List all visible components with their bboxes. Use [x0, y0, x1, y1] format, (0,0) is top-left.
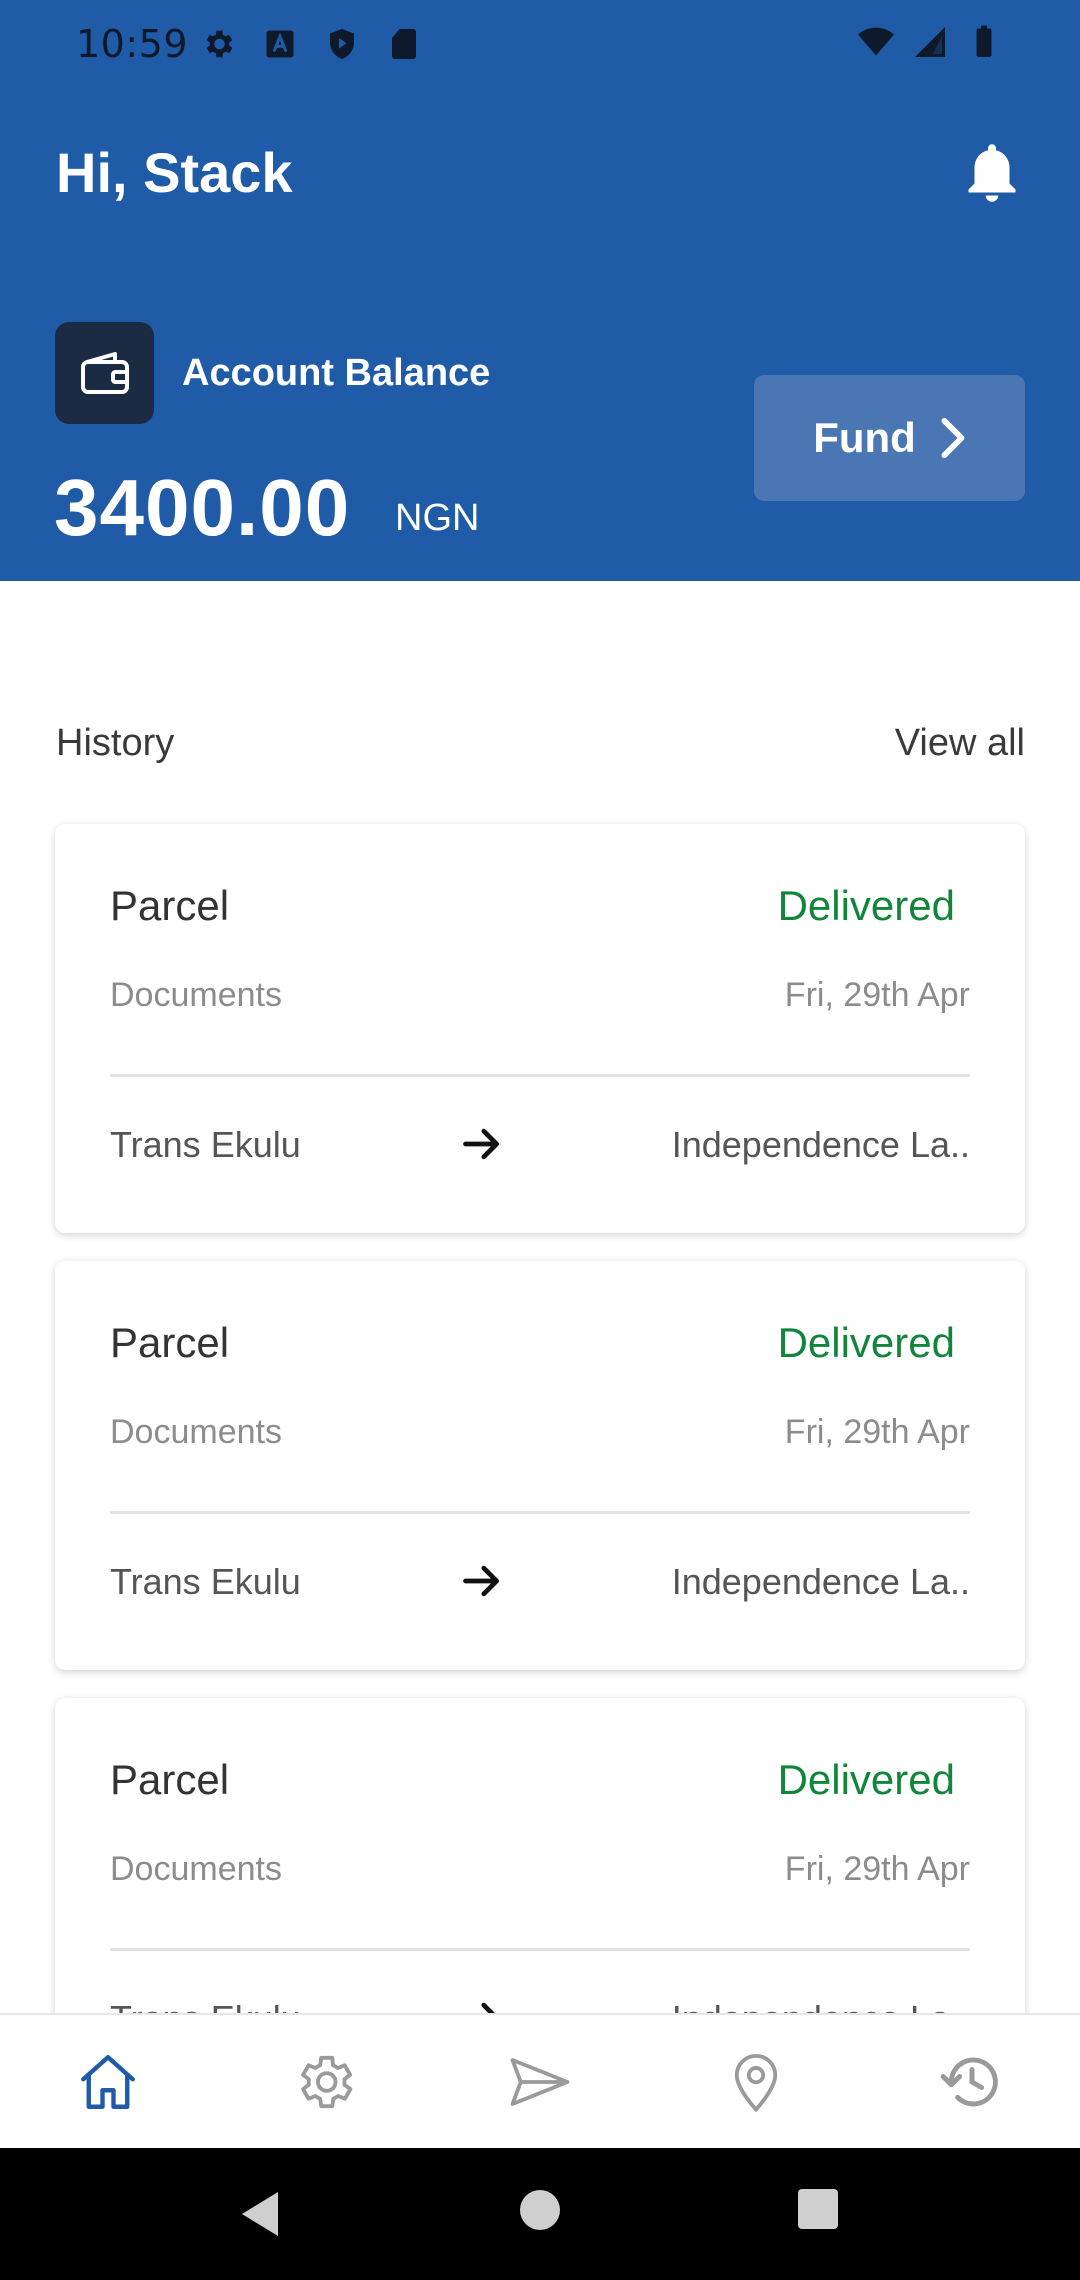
status-icons-right — [858, 22, 1002, 62]
view-all-link[interactable]: View all — [895, 722, 1025, 765]
card-divider — [110, 1074, 970, 1077]
system-nav-bar — [0, 2148, 1080, 2280]
history-date: Fri, 29th Apr — [784, 976, 970, 1014]
history-from: Trans Ekulu — [110, 1561, 301, 1602]
arrow-right-icon — [463, 1128, 500, 1160]
bottom-nav — [0, 2013, 1080, 2148]
signal-icon — [915, 27, 945, 57]
back-icon[interactable] — [236, 2188, 286, 2240]
shield-play-icon — [330, 29, 354, 59]
gear-icon — [206, 30, 233, 58]
history-from: Trans Ekulu — [110, 1124, 301, 1165]
history-to: Independence La.. — [671, 1124, 970, 1165]
status-icons-left — [200, 24, 422, 64]
keyboard-a-icon — [266, 30, 294, 58]
nav-home[interactable] — [0, 2014, 216, 2149]
fund-button-label: Fund — [813, 414, 916, 461]
history-card[interactable]: Parcel Delivered Documents Fri, 29th Apr… — [55, 1261, 1025, 1670]
nav-settings[interactable] — [216, 2014, 432, 2149]
nav-location[interactable] — [648, 2014, 864, 2149]
history-card[interactable]: Parcel Delivered Documents Fri, 29th Apr… — [55, 824, 1025, 1233]
history-icon — [940, 2057, 998, 2106]
status-bar: 10:59 — [0, 0, 1080, 90]
wallet-icon-box — [55, 322, 154, 424]
history-status: Delivered — [777, 1319, 955, 1366]
history-title: History — [56, 722, 175, 764]
battery-icon — [976, 25, 992, 57]
send-icon — [510, 2057, 570, 2106]
status-time: 10:59 — [76, 22, 189, 66]
card-divider — [110, 1511, 970, 1514]
wallet-icon — [80, 352, 129, 394]
history-type: Parcel — [110, 1756, 230, 1803]
header: 10:59 Hi, Stack Account Balance 3400.00 … — [0, 0, 1080, 581]
chevron-right-icon — [941, 417, 965, 459]
settings-icon — [301, 2055, 353, 2108]
sd-card-icon — [392, 29, 416, 59]
home-circle-icon[interactable] — [518, 2188, 562, 2232]
history-type: Parcel — [110, 882, 230, 929]
greeting: Hi, Stack — [56, 141, 293, 204]
history-category: Documents — [110, 976, 282, 1014]
history-to: Independence La.. — [671, 1561, 970, 1602]
bell-icon[interactable] — [962, 140, 1022, 206]
balance-value: 3400.00 — [54, 463, 351, 552]
history-category: Documents — [110, 1850, 282, 1888]
balance-label: Account Balance — [182, 352, 491, 394]
history-category: Documents — [110, 1413, 282, 1451]
history-date: Fri, 29th Apr — [784, 1413, 970, 1451]
balance-currency: NGN — [395, 497, 480, 539]
nav-send[interactable] — [432, 2014, 648, 2149]
nav-history[interactable] — [864, 2014, 1080, 2149]
wifi-icon — [858, 27, 894, 56]
fund-button[interactable]: Fund — [754, 375, 1025, 501]
history-type: Parcel — [110, 1319, 230, 1366]
history-status: Delivered — [777, 1756, 955, 1803]
arrow-right-icon — [463, 1565, 500, 1597]
location-icon — [734, 2053, 778, 2112]
recents-icon[interactable] — [797, 2188, 839, 2230]
card-divider — [110, 1948, 970, 1951]
history-status: Delivered — [777, 882, 955, 929]
history-date: Fri, 29th Apr — [784, 1850, 970, 1888]
home-icon — [81, 2054, 135, 2109]
